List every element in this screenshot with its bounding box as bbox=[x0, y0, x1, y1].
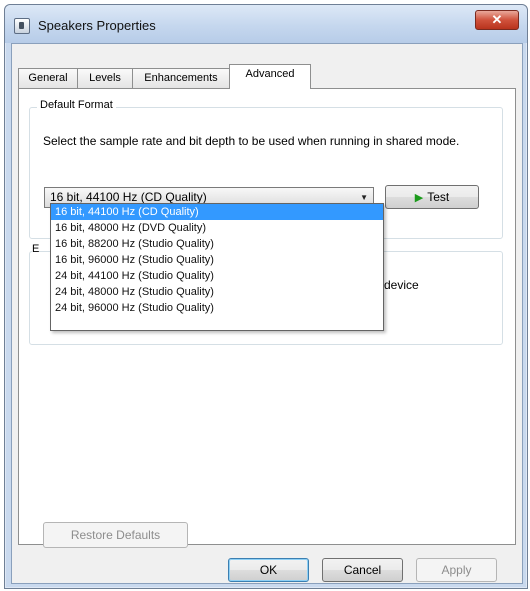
exclusive-mode-legend: E bbox=[32, 243, 40, 255]
default-format-description: Select the sample rate and bit depth to … bbox=[43, 134, 460, 148]
ok-button[interactable]: OK bbox=[228, 558, 309, 582]
speakers-properties-window: Speakers Properties ✕ General Levels Enh… bbox=[4, 4, 528, 589]
dropdown-option[interactable]: 16 bit, 96000 Hz (Studio Quality) bbox=[51, 252, 383, 268]
tab-levels[interactable]: Levels bbox=[77, 68, 133, 88]
dialog-client-area: General Levels Enhancements Advanced Def… bbox=[11, 43, 523, 584]
restore-defaults-button[interactable]: Restore Defaults bbox=[43, 522, 188, 548]
dropdown-option[interactable]: 16 bit, 88200 Hz (Studio Quality) bbox=[51, 236, 383, 252]
tab-enhancements[interactable]: Enhancements bbox=[132, 68, 230, 88]
tab-advanced[interactable]: Advanced bbox=[229, 64, 311, 89]
close-icon: ✕ bbox=[491, 12, 503, 27]
dropdown-option[interactable]: 16 bit, 44100 Hz (CD Quality) bbox=[51, 204, 383, 220]
close-button[interactable]: ✕ bbox=[475, 10, 519, 30]
dropdown-option[interactable]: 24 bit, 96000 Hz (Studio Quality) bbox=[51, 300, 383, 316]
title-bar[interactable]: Speakers Properties ✕ bbox=[5, 5, 527, 43]
cancel-button[interactable]: Cancel bbox=[322, 558, 403, 582]
test-label: Test bbox=[427, 190, 450, 204]
tab-general[interactable]: General bbox=[18, 68, 78, 88]
test-button[interactable]: ▶ Test bbox=[385, 185, 479, 209]
play-icon: ▶ bbox=[414, 192, 424, 204]
default-format-legend: Default Format bbox=[37, 99, 116, 111]
dropdown-option[interactable]: 24 bit, 48000 Hz (Studio Quality) bbox=[51, 284, 383, 300]
speaker-icon bbox=[14, 18, 30, 34]
window-title: Speakers Properties bbox=[38, 18, 156, 33]
dropdown-option[interactable]: 16 bit, 48000 Hz (DVD Quality) bbox=[51, 220, 383, 236]
sample-rate-dropdown-list[interactable]: 16 bit, 44100 Hz (CD Quality) 16 bit, 48… bbox=[50, 203, 384, 331]
apply-button[interactable]: Apply bbox=[416, 558, 497, 582]
dropdown-option[interactable]: 24 bit, 44100 Hz (Studio Quality) bbox=[51, 268, 383, 284]
